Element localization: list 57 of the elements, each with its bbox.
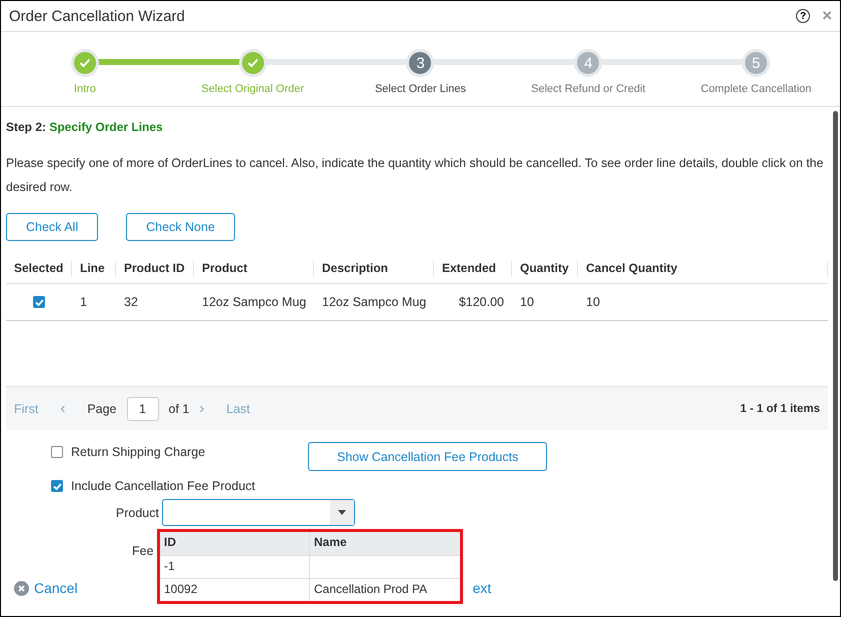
checkbox-label: Return Shipping Charge (71, 445, 206, 459)
list-cell[interactable]: Cancellation Prod PA (310, 579, 460, 601)
column-header[interactable]: Selected (6, 261, 72, 277)
column-header[interactable]: Product (194, 261, 314, 277)
table-cell-text: 12oz Sampco Mug (201, 295, 308, 309)
step-label: Complete Cancellation (700, 83, 812, 95)
field-label: Fee (132, 544, 154, 558)
page-input[interactable]: 1 (126, 396, 159, 420)
step-label: Select Refund or Credit (531, 83, 646, 95)
column-header[interactable]: Cancel Quantity (578, 261, 828, 277)
pager-summary: 1 - 1 of 1 items (740, 402, 820, 414)
check-all-button[interactable]: Check All (6, 213, 98, 241)
next-button[interactable]: ext (472, 580, 492, 596)
checkbox[interactable] (51, 446, 63, 458)
checkbox-label: Include Cancellation Fee Product (71, 479, 256, 493)
step-heading: Step 2: Specify Order Lines (6, 120, 164, 134)
column-header[interactable]: Description (314, 261, 434, 277)
column-header[interactable]: Product ID (116, 261, 194, 277)
instructions-text: Please specify one of more of OrderLines to cancel. Also, indicate the quantity which should be cancelled. To see order line details, double click on the desired row. (6, 155, 824, 196)
check-icon (78, 58, 91, 68)
table-cell-text: 1 (79, 295, 88, 309)
step-label: Intro (74, 83, 96, 95)
column-header: Name (313, 534, 348, 551)
help-button[interactable]: ? (796, 9, 810, 23)
cancel-button[interactable]: Cancel (14, 580, 78, 596)
product-dropdown[interactable] (162, 499, 355, 526)
step-number: 5 (752, 54, 760, 72)
step-circle[interactable]: 3 (406, 49, 434, 77)
page-count: of 1 (168, 402, 190, 416)
list-cell[interactable]: -1 (160, 556, 310, 578)
column-header: ID (160, 532, 310, 555)
checkbox[interactable] (51, 480, 63, 492)
show-fees-button[interactable]: Show Cancellation Fee Products (308, 442, 548, 471)
column-header[interactable]: Quantity (512, 261, 578, 277)
column-header[interactable]: Extended (434, 261, 512, 277)
table-cell-text: $120.00 (458, 295, 505, 309)
close-icon (14, 580, 29, 596)
column-header[interactable]: Line (72, 261, 116, 277)
step-circle[interactable] (70, 49, 99, 77)
table-cell-text: 10 (519, 295, 535, 309)
table-cell-text: 32 (123, 295, 139, 309)
table-cell-text: 12oz Sampco Mug (321, 295, 428, 309)
list-cell[interactable]: 10092 (160, 579, 310, 601)
check-none-button[interactable]: Check None (126, 213, 235, 241)
field-label: Product (114, 506, 159, 520)
caret-icon (338, 510, 346, 515)
row-checkbox[interactable] (33, 296, 45, 308)
step-number: 3 (416, 54, 425, 72)
window-title: Order Cancellation Wizard (9, 8, 186, 24)
check-icon (246, 58, 259, 68)
step-label: Select Order Lines (374, 83, 466, 95)
step-circle[interactable] (238, 49, 267, 77)
step-number: 4 (584, 54, 592, 72)
page-label: Page (87, 402, 117, 416)
scrollbar[interactable] (833, 111, 838, 581)
step-label: Select Original Order (201, 83, 304, 95)
table-cell-text: 10 (585, 295, 601, 309)
